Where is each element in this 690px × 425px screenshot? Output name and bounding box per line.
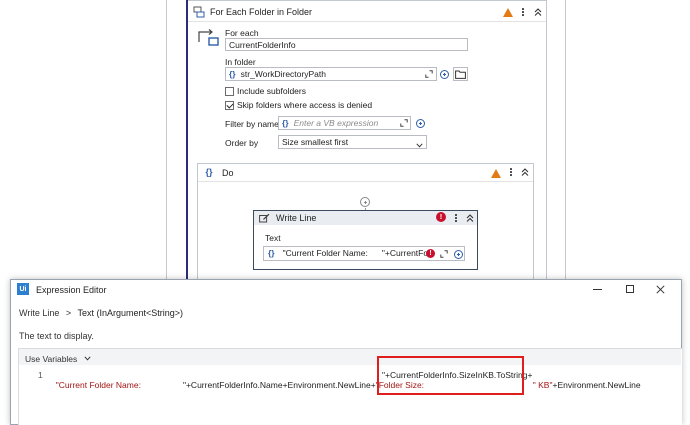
write-line-text-label: Text — [265, 233, 281, 243]
code-line-number: 1 — [38, 370, 43, 380]
chevron-down-icon — [416, 139, 423, 148]
error-icon: ! — [426, 249, 435, 258]
code-string-kb: " KB" — [532, 380, 553, 390]
foreach-folder-title: For Each Folder in Folder — [210, 7, 313, 17]
for-each-variable-input[interactable]: CurrentFolderInfo — [225, 38, 468, 51]
do-sequence-title: Do — [222, 168, 234, 178]
filter-placeholder: Enter a VB expression — [293, 118, 379, 128]
breadcrumb-current: Text (InArgument<String>) — [77, 308, 184, 318]
include-subfolders-label: Include subfolders — [237, 86, 306, 96]
highlight-box — [377, 356, 524, 395]
code-editor-line[interactable]: "Current Folder Name: "+CurrentFolderInfo… — [51, 370, 424, 390]
in-folder-input[interactable]: {} str_WorkDirectoryPath — [225, 67, 437, 81]
vb-expression-icon: {} — [229, 69, 236, 79]
chevron-down-icon — [84, 353, 91, 363]
expand-editor-icon[interactable] — [399, 117, 409, 129]
filter-add-icon[interactable] — [414, 117, 426, 129]
close-icon[interactable] — [653, 283, 667, 295]
collapse-icon[interactable] — [519, 166, 530, 178]
expand-editor-icon[interactable] — [440, 249, 449, 258]
warning-icon[interactable] — [503, 7, 513, 17]
browse-folder-icon[interactable] — [453, 67, 468, 81]
more-options-icon[interactable] — [507, 166, 515, 178]
collapse-icon[interactable] — [532, 6, 543, 18]
code-name-expression: "+CurrentFolderInfo.Name+Environment.New… — [182, 380, 376, 390]
skip-folders-label: Skip folders where access is denied — [237, 100, 373, 110]
text-value-part1: "Current Folder Name: — [282, 248, 368, 258]
editor-window-title: Expression Editor — [36, 285, 107, 295]
order-by-value: Size smallest first — [282, 137, 349, 147]
designer-frame-right — [565, 0, 566, 282]
more-options-icon[interactable] — [452, 212, 460, 224]
write-line-text-input[interactable]: {} "Current Folder Name: "+CurrentFol ! — [263, 246, 465, 261]
collapse-icon[interactable] — [464, 212, 475, 224]
order-by-select[interactable]: Size smallest first — [278, 135, 427, 149]
add-activity-icon[interactable] — [359, 196, 371, 208]
foreach-folder-icon — [193, 6, 205, 18]
minimize-icon[interactable] — [590, 283, 604, 295]
breadcrumb-activity: Write Line — [19, 308, 60, 318]
editor-description: The text to display. — [19, 331, 94, 341]
text-value-part2: "+CurrentFol — [381, 248, 430, 258]
uipath-app-icon: Ui — [17, 283, 29, 295]
filter-by-name-input[interactable]: {} Enter a VB expression — [278, 116, 411, 130]
breadcrumb-separator: > — [65, 308, 72, 318]
vb-expression-icon: {} — [268, 248, 275, 258]
more-options-icon[interactable] — [519, 6, 527, 18]
code-newline-expression: +Environment.NewLine — [552, 380, 641, 390]
use-variables-bar — [19, 349, 681, 365]
for-each-loop-icon — [196, 28, 220, 48]
in-folder-label: In folder — [225, 57, 256, 67]
text-add-icon[interactable] — [452, 248, 464, 260]
expand-editor-icon[interactable] — [424, 68, 434, 80]
header-divider — [188, 21, 546, 22]
maximize-icon[interactable] — [623, 283, 637, 295]
code-string-current-folder-name: "Current Folder Name: — [55, 380, 141, 390]
use-variables-dropdown[interactable]: Use Variables — [25, 353, 91, 364]
do-header-divider — [198, 181, 533, 182]
use-variables-label: Use Variables — [25, 354, 78, 364]
include-subfolders-checkbox[interactable] — [225, 87, 234, 96]
skip-folders-checkbox[interactable] — [225, 101, 234, 110]
write-line-icon — [258, 212, 270, 224]
write-line-title: Write Line — [276, 213, 317, 223]
code-tail: " KB"+Environment.NewLine — [528, 370, 641, 390]
designer-frame-left — [166, 0, 167, 282]
in-folder-value: str_WorkDirectoryPath — [240, 69, 326, 79]
editor-titlebar — [11, 280, 681, 298]
order-by-label: Order by — [225, 138, 259, 148]
filter-by-name-label: Filter by name — [225, 119, 279, 129]
for-each-label: For each — [225, 28, 259, 38]
in-folder-add-icon[interactable] — [438, 68, 450, 80]
sequence-icon: {} — [205, 167, 213, 177]
breadcrumb: Write Line > Text (InArgument<String>) — [19, 308, 183, 318]
error-icon[interactable]: ! — [436, 212, 446, 222]
warning-icon[interactable] — [491, 168, 501, 178]
vb-expression-icon: {} — [282, 118, 289, 128]
